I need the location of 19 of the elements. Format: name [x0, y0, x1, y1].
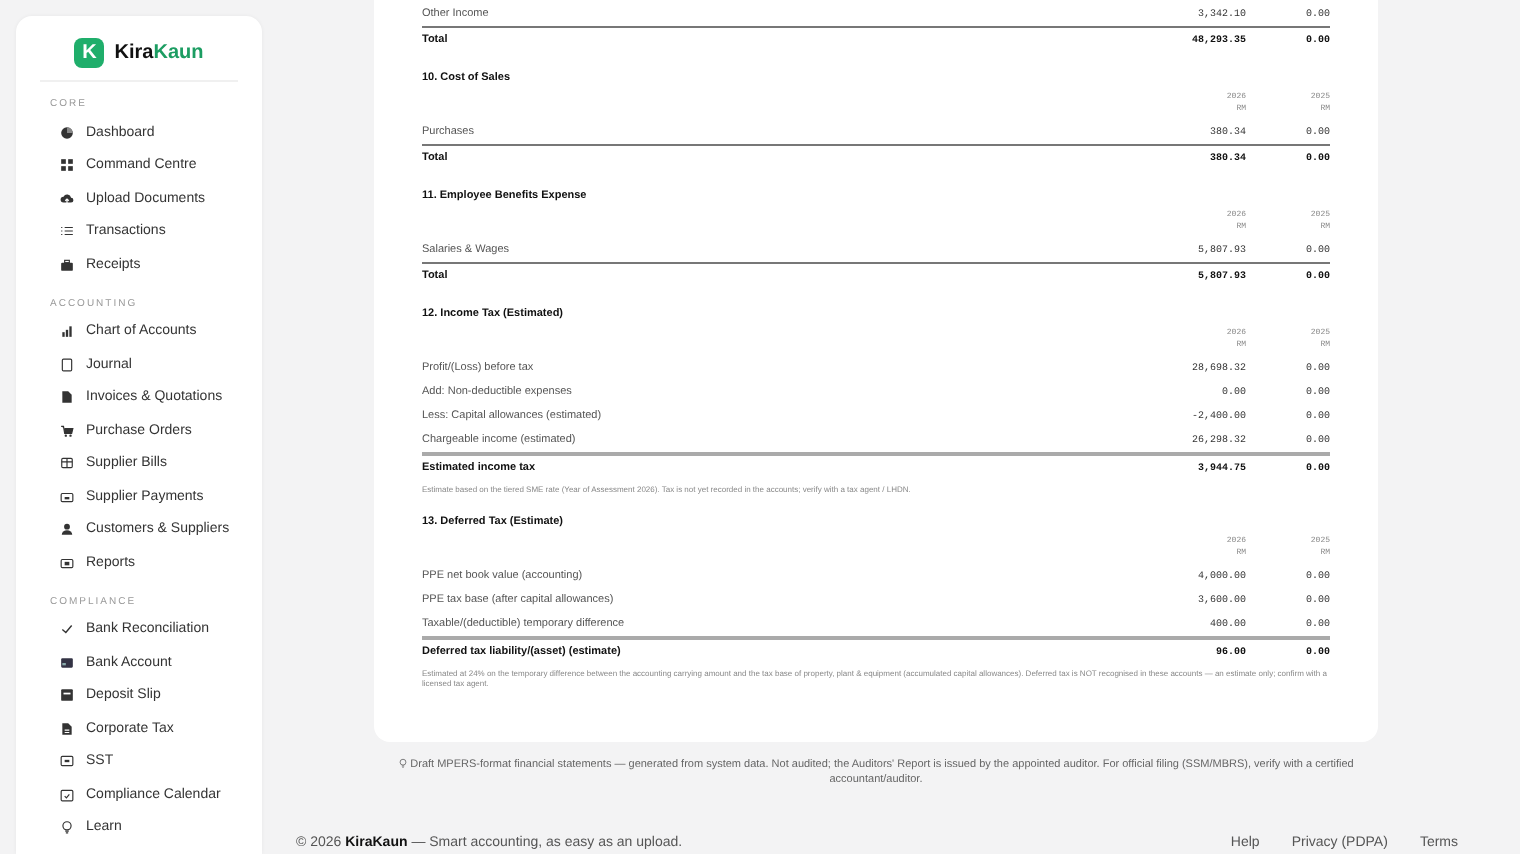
cloud-upload-icon	[60, 191, 74, 206]
logo-text: KiraKaun	[114, 41, 204, 63]
document-icon	[60, 390, 74, 405]
calendar-icon	[60, 787, 74, 802]
list-icon	[60, 224, 74, 239]
bank-card-icon	[60, 655, 74, 670]
lightbulb-icon	[60, 820, 74, 835]
notebook-icon	[60, 357, 74, 372]
grid-icon	[60, 158, 74, 173]
briefcase-icon	[60, 257, 74, 272]
lightbulb-icon	[398, 757, 409, 768]
person-icon	[60, 522, 74, 537]
bar-chart-icon	[60, 324, 74, 339]
checkmark-icon	[60, 622, 74, 637]
cart-icon	[60, 423, 74, 438]
pie-chart-icon	[60, 125, 74, 140]
document-icon	[60, 721, 74, 736]
logo-icon: K	[74, 37, 105, 67]
box-icon	[60, 456, 74, 471]
